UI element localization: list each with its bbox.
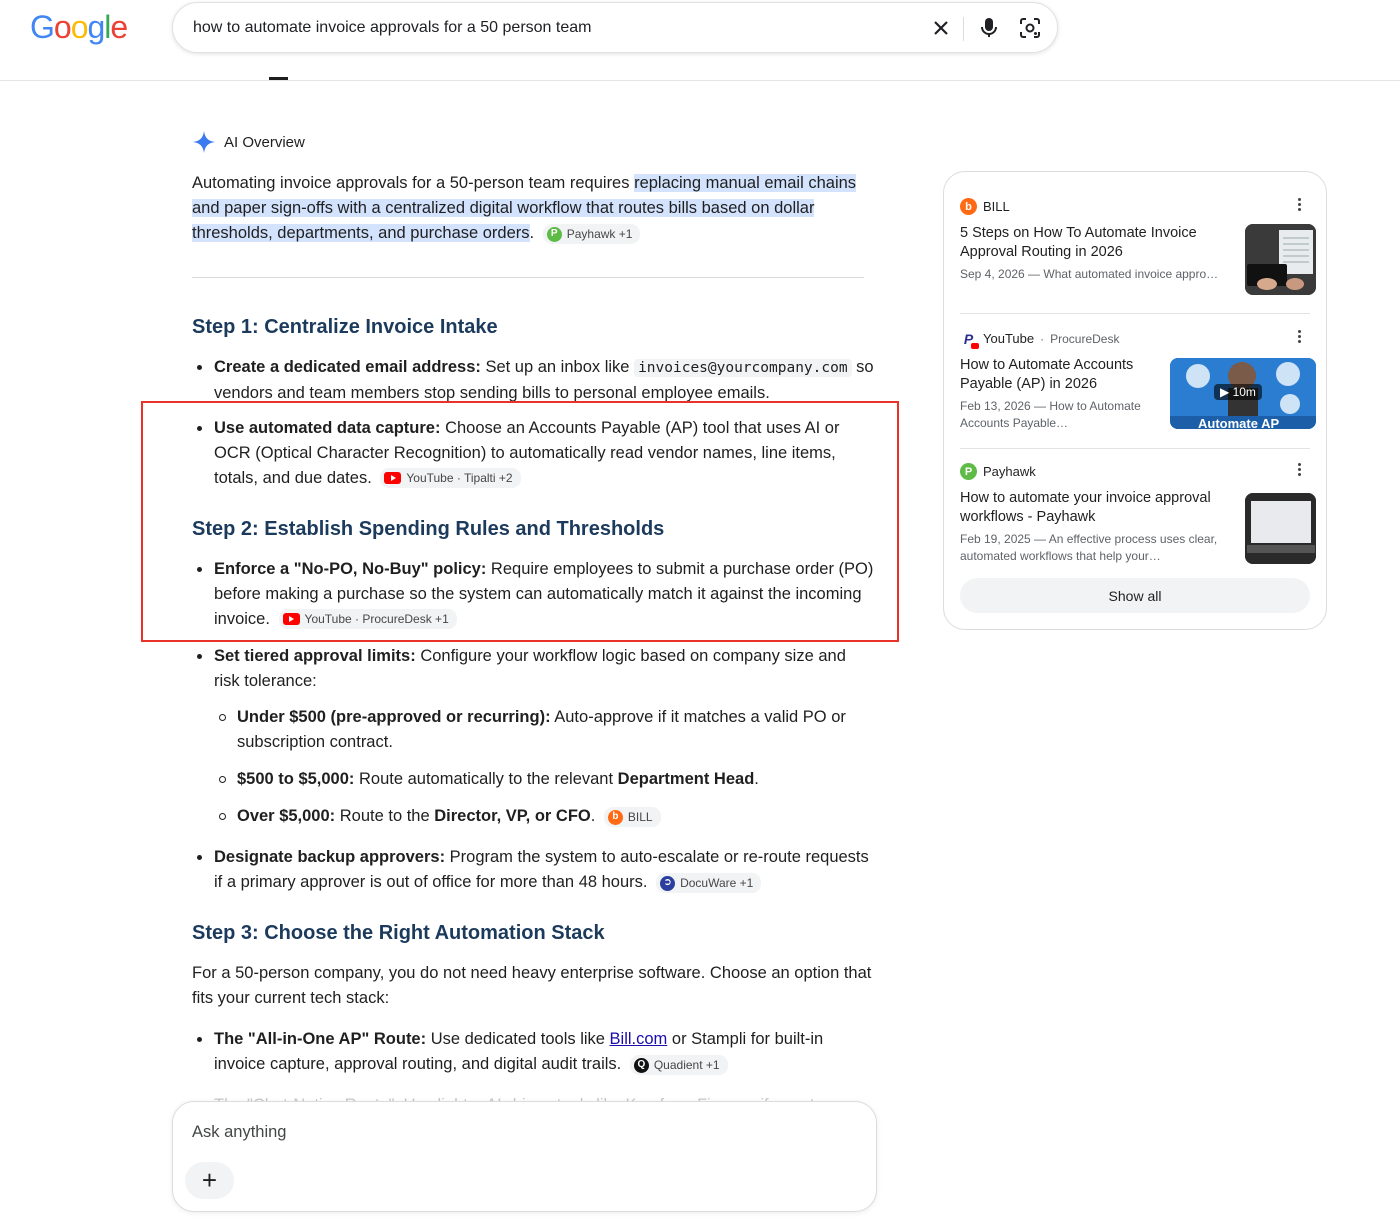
google-logo[interactable]: Google bbox=[30, 9, 128, 46]
highlight-annotation-box bbox=[141, 401, 899, 642]
source-card-bill[interactable]: b BILL 5 Steps on How To Automate Invoice… bbox=[960, 198, 1316, 295]
step1-heading: Step 1: Centralize Invoice Intake bbox=[192, 316, 498, 338]
search-query[interactable]: how to automate invoice approvals for a … bbox=[193, 19, 591, 37]
more-options-icon[interactable] bbox=[1298, 463, 1302, 476]
source-chip[interactable]: Q Quadient +1 bbox=[629, 1055, 728, 1075]
ai-overview-header: AI Overview bbox=[192, 130, 305, 154]
header: Google how to automate invoice approvals… bbox=[0, 0, 1400, 81]
quadient-icon: Q bbox=[633, 1057, 649, 1073]
add-button[interactable]: + bbox=[185, 1162, 234, 1199]
search-box[interactable]: how to automate invoice approvals for a … bbox=[172, 2, 1058, 53]
procuredesk-icon: P bbox=[960, 330, 979, 349]
source-title[interactable]: How to automate your invoice approval wo… bbox=[960, 489, 1222, 527]
source-chip[interactable]: ➲ DocuWare +1 bbox=[656, 873, 762, 893]
divider bbox=[192, 277, 864, 278]
bill-link[interactable]: Bill.com bbox=[610, 1030, 668, 1048]
docuware-icon: ➲ bbox=[660, 875, 676, 891]
video-duration: ▶ 10m bbox=[1214, 384, 1262, 400]
source-thumbnail[interactable] bbox=[1245, 493, 1316, 564]
source-meta: Sep 4, 2026 — What automated invoice app… bbox=[960, 267, 1222, 281]
source-meta: Feb 19, 2025 — An effective process uses… bbox=[960, 532, 1218, 563]
ask-anything-box[interactable]: Ask anything + bbox=[172, 1101, 877, 1212]
microphone-icon[interactable] bbox=[977, 16, 1001, 40]
list-item: The "All-in-One AP" Route: Use dedicated… bbox=[197, 1027, 874, 1077]
clear-icon[interactable] bbox=[929, 16, 953, 40]
video-thumbnail[interactable]: ▶ 10m Automate AP bbox=[1170, 358, 1316, 429]
source-chip[interactable]: b BILL bbox=[603, 807, 661, 827]
list-item: Set tiered approval limits: Configure yo… bbox=[197, 644, 874, 694]
ai-overview-intro: Automating invoice approvals for a 50-pe… bbox=[192, 174, 857, 244]
source-site: BILL bbox=[983, 199, 1010, 214]
step3-intro: For a 50-person company, you do not need… bbox=[192, 964, 872, 1007]
source-meta: Feb 13, 2026 — How to Automate Accounts … bbox=[960, 399, 1141, 430]
source-thumbnail[interactable] bbox=[1245, 224, 1316, 295]
sparkle-icon bbox=[193, 131, 215, 153]
payhawk-icon: P bbox=[546, 226, 562, 242]
thumbnail-title: Automate AP bbox=[1198, 416, 1280, 429]
source-title[interactable]: How to Automate Accounts Payable (AP) in… bbox=[960, 356, 1150, 394]
sub-list-item: Under $500 (pre-approved or recurring): … bbox=[219, 705, 877, 755]
email-code: invoices@yourcompany.com bbox=[634, 359, 852, 377]
sub-list-item: $500 to $5,000: Route automatically to t… bbox=[219, 767, 877, 792]
step3-heading: Step 3: Choose the Right Automation Stac… bbox=[192, 922, 605, 944]
search-divider bbox=[963, 17, 964, 41]
list-item: Create a dedicated email address: Set up… bbox=[197, 355, 874, 406]
list-item: Designate backup approvers: Program the … bbox=[197, 845, 874, 895]
sources-panel: b BILL 5 Steps on How To Automate Invoice… bbox=[943, 171, 1327, 630]
active-tab-indicator bbox=[269, 77, 288, 80]
source-divider bbox=[960, 448, 1310, 449]
source-site: YouTube bbox=[983, 331, 1035, 346]
bill-icon: b bbox=[960, 198, 977, 215]
bill-icon: b bbox=[607, 809, 623, 825]
source-card-youtube[interactable]: P YouTube · ProcureDesk How to Automate Acc… bbox=[960, 330, 1316, 432]
more-options-icon[interactable] bbox=[1298, 330, 1302, 343]
source-title[interactable]: 5 Steps on How To Automate Invoice Appro… bbox=[960, 224, 1222, 262]
more-options-icon[interactable] bbox=[1298, 198, 1302, 211]
source-chip[interactable]: P Payhawk +1 bbox=[542, 224, 641, 244]
ai-overview-label: AI Overview bbox=[224, 133, 305, 151]
sub-list-item: Over $5,000: Route to the Director, VP, … bbox=[219, 804, 877, 829]
source-secondary: ProcureDesk bbox=[1050, 331, 1120, 346]
source-divider bbox=[960, 313, 1310, 314]
lens-icon[interactable] bbox=[1018, 16, 1042, 40]
payhawk-icon: P bbox=[960, 463, 977, 480]
source-card-payhawk[interactable]: P Payhawk How to automate your invoice ap… bbox=[960, 463, 1316, 565]
show-all-button[interactable]: Show all bbox=[960, 578, 1310, 613]
source-site: Payhawk bbox=[983, 464, 1036, 479]
ask-input[interactable]: Ask anything bbox=[192, 1123, 286, 1142]
